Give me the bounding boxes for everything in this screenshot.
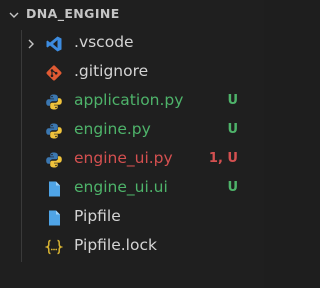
tree-item-label: engine_ui.py <box>74 149 173 167</box>
tree-item-engine-ui-py[interactable]: engine_ui.py 1, U <box>0 146 264 175</box>
python-icon <box>46 94 62 110</box>
tree-item-engine-ui-ui[interactable]: engine_ui.ui U <box>0 175 264 204</box>
python-icon <box>46 123 62 139</box>
git-status-badge: U <box>227 93 238 108</box>
git-status-badge: 1, U <box>208 151 238 166</box>
json-braces-icon <box>45 239 63 255</box>
tree-item-application-py[interactable]: application.py U <box>0 88 264 117</box>
tree-item-label: engine_ui.ui <box>74 178 168 196</box>
chevron-down-icon[interactable] <box>8 9 20 21</box>
tree-item-label: application.py <box>74 91 184 109</box>
tree-item-engine-py[interactable]: engine.py U <box>0 117 264 146</box>
git-status-badge: U <box>227 180 238 195</box>
file-icon <box>49 181 60 197</box>
vscode-folder-icon <box>46 36 62 52</box>
tree-item-label: .vscode <box>74 33 134 51</box>
git-status-badge: U <box>227 122 238 137</box>
tree-item-pipfile-lock[interactable]: Pipfile.lock <box>0 233 264 262</box>
folder-header[interactable]: DNA_ENGINE <box>0 0 264 30</box>
python-icon <box>46 152 62 168</box>
folder-title: DNA_ENGINE <box>26 6 120 21</box>
explorer-panel: DNA_ENGINE .vscode .gitignore applicatio… <box>0 0 264 288</box>
tree-item-label: engine.py <box>74 120 151 138</box>
tree-item-gitignore[interactable]: .gitignore <box>0 59 264 88</box>
tree-item-label: Pipfile <box>74 207 121 225</box>
tree-item-pipfile[interactable]: Pipfile <box>0 204 264 233</box>
tree-item-vscode[interactable]: .vscode <box>0 30 264 59</box>
file-icon <box>49 210 60 226</box>
git-icon <box>46 65 62 81</box>
tree-item-label: .gitignore <box>74 62 149 80</box>
chevron-right-icon[interactable] <box>25 38 37 50</box>
tree-item-label: Pipfile.lock <box>74 236 157 254</box>
